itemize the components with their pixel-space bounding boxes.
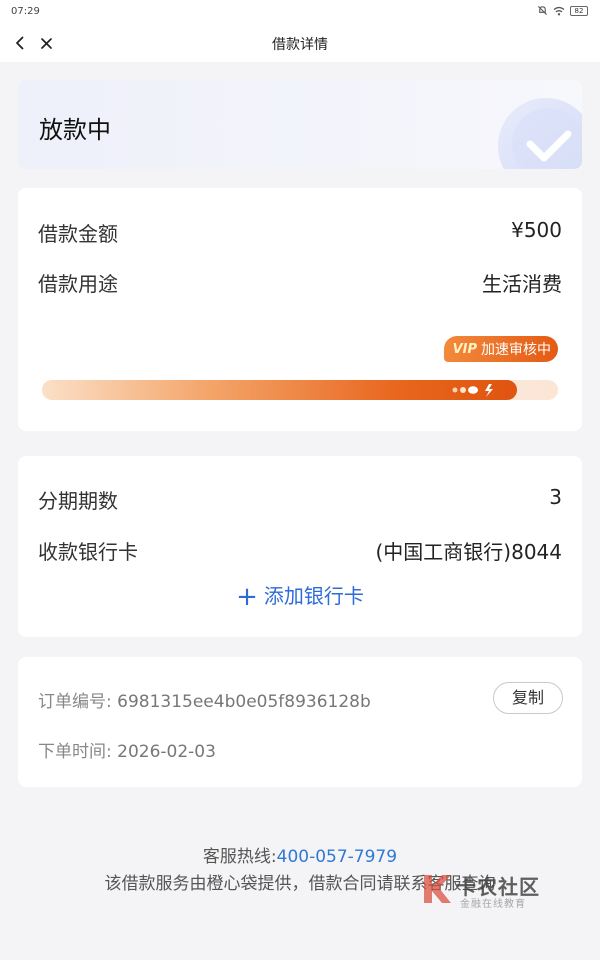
loan-status-title: 放款中 (39, 116, 111, 144)
receiving-bank-label: 收款银行卡 (38, 540, 138, 564)
mute-icon (537, 5, 548, 16)
loan-amount-label: 借款金额 (38, 222, 118, 246)
loan-info-card: 借款金额 ¥500 借款用途 生活消费 VIP 加速审核中 (18, 188, 582, 431)
rocket-icon (452, 384, 493, 397)
plus-icon: + (236, 582, 258, 612)
battery-icon: 82 (570, 5, 588, 16)
system-status-bar: 07:29 82 (0, 0, 600, 24)
order-number-label: 订单编号: (38, 692, 112, 712)
loan-amount-value: ¥500 (511, 218, 562, 242)
add-bank-card-button[interactable]: + 添加银行卡 (18, 580, 582, 612)
loan-purpose-label: 借款用途 (38, 272, 118, 296)
vip-label: VIP (452, 341, 477, 357)
loan-purpose-value: 生活消费 (482, 272, 562, 296)
navigation-bar: 借款详情 (0, 24, 600, 62)
order-time-row: 下单时间: 2026-02-03 (38, 737, 216, 762)
order-time-value: 2026-02-03 (117, 742, 216, 762)
order-number-value: 6981315ee4b0e05f8936128b (117, 692, 371, 712)
watermark-logo: 卡农社区 金融在线教育 (420, 870, 545, 910)
installment-card: 分期期数 3 收款银行卡 (中国工商银行)8044 + 添加银行卡 (18, 456, 582, 637)
installment-periods-label: 分期期数 (38, 489, 118, 513)
customer-service-hotline: 客服热线:400-057-7979 (0, 842, 600, 867)
add-bank-card-label: 添加银行卡 (263, 584, 364, 608)
order-number-row: 订单编号: 6981315ee4b0e05f8936128b (38, 687, 371, 712)
vip-badge-text: 加速审核中 (481, 342, 551, 358)
watermark-k-icon (424, 875, 451, 903)
hotline-number-link[interactable]: 400-057-7979 (277, 847, 397, 867)
status-icons: 82 (537, 5, 588, 16)
copy-order-number-button[interactable]: 复制 (493, 682, 563, 714)
page-title: 借款详情 (272, 37, 328, 53)
loan-status-card: 放款中 (18, 80, 582, 169)
check-circle-icon (498, 98, 582, 169)
order-info-card: 订单编号: 6981315ee4b0e05f8936128b 复制 下单时间: … (18, 657, 582, 787)
watermark-subtitle: 金融在线教育 (460, 899, 526, 910)
vip-speed-review-badge: VIP 加速审核中 (443, 336, 558, 362)
clock: 07:29 (11, 6, 40, 17)
installment-periods-value: 3 (549, 485, 562, 509)
wifi-icon (553, 6, 565, 15)
review-progress: VIP 加速审核中 (42, 336, 558, 400)
order-time-label: 下单时间: (38, 742, 112, 762)
receiving-bank-value: (中国工商银行)8044 (375, 540, 562, 564)
hotline-label: 客服热线: (202, 847, 277, 867)
